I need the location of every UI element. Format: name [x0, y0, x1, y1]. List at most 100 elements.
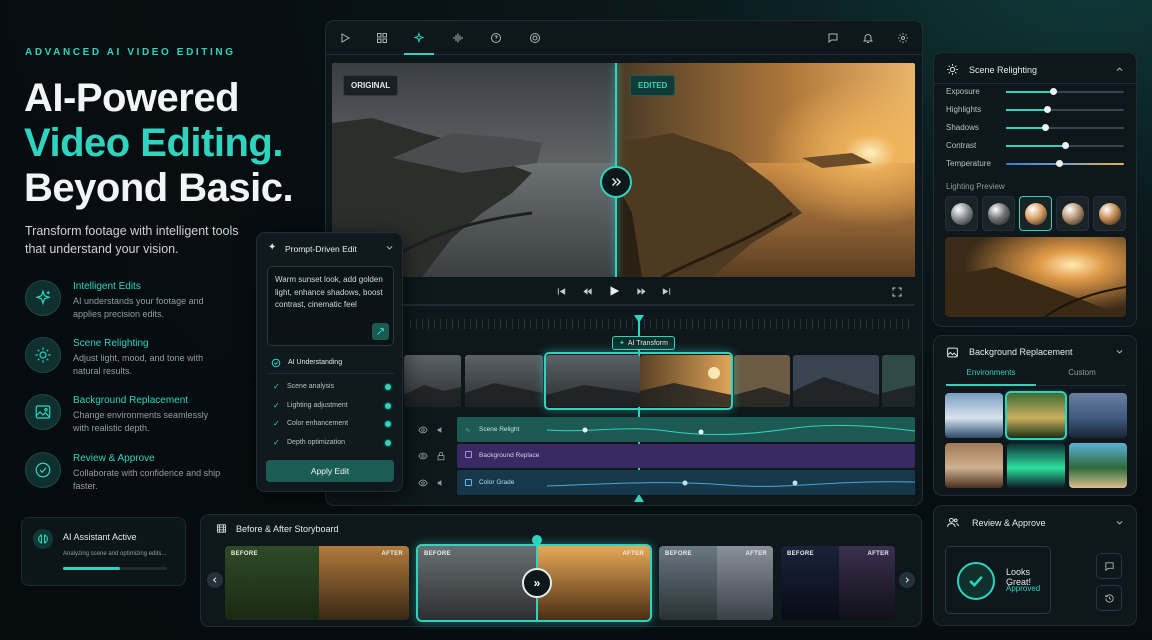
environment-thumb[interactable]	[945, 393, 1003, 438]
slider-contrast[interactable]: Contrast	[946, 140, 1128, 158]
tab-environments[interactable]: Environments	[946, 368, 1036, 386]
speaker-icon[interactable]	[436, 478, 446, 488]
track-row[interactable]: Background Replace	[410, 444, 915, 468]
environment-thumb[interactable]	[945, 443, 1003, 488]
lighting-sphere[interactable]	[1019, 196, 1052, 231]
lighting-sphere[interactable]	[1093, 196, 1126, 231]
slider-track[interactable]	[1006, 124, 1124, 131]
skip-forward-icon[interactable]	[661, 286, 672, 297]
storyboard-frame[interactable]: BEFORE	[781, 546, 839, 620]
selected-clip[interactable]	[544, 352, 733, 410]
storyboard-frame[interactable]: AFTER	[839, 546, 895, 620]
chevron-down-icon[interactable]	[385, 243, 394, 252]
color-grade-track[interactable]: Color Grade	[457, 470, 915, 495]
eye-icon[interactable]	[418, 425, 428, 435]
understanding-item-label: Scene analysis	[287, 383, 335, 390]
eye-icon[interactable]	[418, 451, 428, 461]
slider-track[interactable]	[1006, 88, 1124, 95]
speaker-icon[interactable]	[436, 425, 446, 435]
skip-back-icon[interactable]	[556, 286, 567, 297]
feature-desc: AI understands your footage and applies …	[73, 296, 204, 319]
track-row[interactable]: Color Grade	[410, 470, 915, 495]
chevron-down-icon[interactable]	[1115, 518, 1124, 527]
image-icon	[25, 394, 61, 430]
track-name: Background Replace	[479, 452, 540, 459]
environment-thumb[interactable]	[1069, 443, 1127, 488]
ai-sparkle-icon[interactable]	[404, 22, 434, 55]
rewind-icon[interactable]	[582, 286, 593, 297]
audio-wave-icon[interactable]	[452, 32, 464, 44]
slider-knob[interactable]	[1050, 88, 1058, 95]
help-icon[interactable]	[490, 32, 502, 44]
bell-icon[interactable]	[862, 32, 874, 44]
slider-track[interactable]	[1006, 106, 1124, 113]
slider-temperature[interactable]: Temperature	[946, 158, 1128, 176]
check-icon: ✓	[273, 419, 280, 428]
environment-grid	[945, 391, 1127, 488]
slider-fill	[1006, 109, 1048, 111]
slider-highlights[interactable]: Highlights	[946, 104, 1128, 122]
sun-icon	[946, 63, 959, 76]
storyboard-panel: Before & After Storyboard BEFORE AFTER BEF…	[200, 514, 922, 627]
tab-custom[interactable]: Custom	[1038, 368, 1126, 386]
target-icon[interactable]	[529, 32, 541, 44]
send-button[interactable]	[372, 323, 389, 340]
track-row[interactable]: ∿ Scene Relight	[410, 417, 915, 442]
lighting-sphere[interactable]	[945, 196, 978, 231]
keyframe-curve	[547, 480, 915, 487]
track-name: Scene Relight	[479, 426, 520, 433]
scene-relight-track[interactable]: ∿ Scene Relight	[457, 417, 915, 442]
prev-button[interactable]	[207, 572, 223, 588]
storyboard-title: Before & After Storyboard	[236, 524, 339, 534]
frame-tag: BEFORE	[787, 551, 814, 557]
storyboard-frame[interactable]: AFTER	[319, 546, 409, 620]
hero-title-line3: Beyond Basic.	[24, 166, 294, 210]
storyboard-divider-dot[interactable]	[532, 535, 542, 545]
frame-tag: AFTER	[381, 551, 403, 557]
filmstrip[interactable]	[404, 352, 915, 410]
gear-icon[interactable]	[897, 32, 909, 44]
environment-thumb[interactable]	[1069, 393, 1127, 438]
preview-scrub-track[interactable]	[332, 304, 915, 306]
slider-shadows[interactable]: Shadows	[946, 122, 1128, 140]
assistant-progress-track	[63, 567, 167, 570]
grid-icon[interactable]	[376, 32, 388, 44]
fast-forward-icon[interactable]	[636, 286, 647, 297]
lighting-sphere[interactable]	[982, 196, 1015, 231]
fullscreen-icon[interactable]	[891, 286, 903, 298]
environment-thumb[interactable]	[1005, 391, 1067, 440]
environment-thumb[interactable]	[1007, 443, 1065, 488]
play-icon[interactable]	[339, 32, 351, 44]
storyboard-compare-handle[interactable]: »	[522, 568, 552, 598]
slider-knob[interactable]	[1044, 106, 1052, 113]
video-preview[interactable]: ORIGINAL EDITED	[332, 63, 915, 277]
lock-icon[interactable]	[436, 451, 446, 461]
prompt-input[interactable]: Warm sunset look, add golden light, enha…	[267, 266, 394, 346]
slider-knob[interactable]	[1062, 142, 1069, 149]
storyboard-frame[interactable]: AFTER	[717, 546, 773, 620]
chevron-down-icon[interactable]	[1115, 347, 1124, 356]
slider-track[interactable]	[1006, 160, 1124, 167]
sphere-ball	[1061, 202, 1084, 225]
next-button[interactable]	[899, 572, 915, 588]
chevron-up-icon[interactable]	[1115, 65, 1124, 74]
slider-knob[interactable]	[1056, 160, 1064, 167]
eye-icon[interactable]	[418, 478, 428, 488]
slider-track[interactable]	[1006, 142, 1124, 149]
apply-edit-button[interactable]: Apply Edit	[266, 460, 394, 482]
sparkle-icon: ✦	[268, 242, 277, 253]
original-label: ORIGINAL	[343, 75, 399, 96]
play-button[interactable]	[607, 284, 621, 298]
history-button[interactable]	[1096, 585, 1122, 611]
compare-handle[interactable]	[600, 166, 632, 198]
comment-icon[interactable]	[827, 32, 839, 44]
sphere-ball	[1098, 202, 1121, 225]
slider-exposure[interactable]: Exposure	[946, 86, 1128, 104]
storyboard-frame[interactable]: BEFORE	[225, 546, 319, 620]
slider-knob[interactable]	[1041, 124, 1049, 131]
storyboard-frame[interactable]: BEFORE	[659, 546, 717, 620]
comment-button[interactable]	[1096, 553, 1122, 579]
track-name: Color Grade	[479, 479, 515, 486]
lighting-sphere[interactable]	[1056, 196, 1089, 231]
background-replace-track[interactable]: Background Replace	[457, 444, 915, 468]
